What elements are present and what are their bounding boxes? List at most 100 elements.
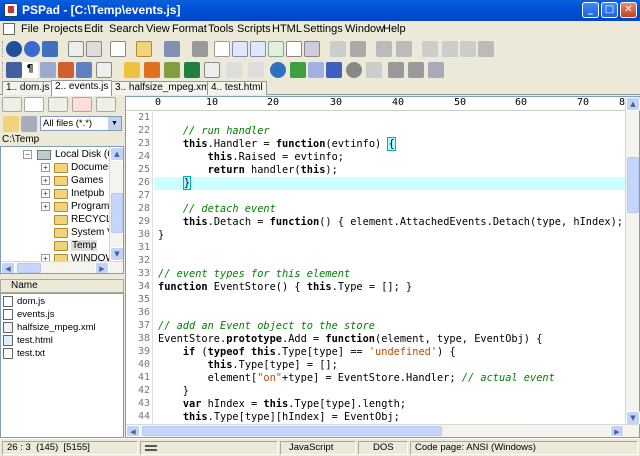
scroll-thumb[interactable] [627,157,639,213]
refresh-folder-icon[interactable] [3,116,19,132]
print-icon[interactable] [330,41,346,57]
search-icon[interactable] [232,41,248,57]
language-panel[interactable]: JavaScript [280,441,356,455]
menu-view[interactable]: View [146,23,170,35]
menu-scripts[interactable]: Scripts [237,23,271,35]
scroll-left-icon[interactable]: ◀ [126,425,140,437]
clip-panel-icon[interactable] [96,97,116,112]
expand-icon[interactable]: + [41,202,50,211]
folder-panel-icon[interactable] [24,97,44,112]
name-column-header[interactable]: Name [0,279,124,293]
macro-play-icon[interactable] [408,62,424,78]
expand-icon[interactable]: + [41,176,50,185]
scroll-thumb[interactable] [111,193,123,233]
toolbar-grip[interactable] [2,41,5,57]
menu-settings[interactable]: Settings [303,23,343,35]
bookmark-icon[interactable] [286,41,302,57]
paste-icon[interactable] [460,41,476,57]
tab-test-html[interactable]: 4.. test.html [207,81,267,95]
record-icon[interactable] [346,62,362,78]
scroll-thumb[interactable] [142,426,442,436]
tab-events-js[interactable]: 2.. events.js [51,80,113,96]
open-folder-icon[interactable] [136,41,152,57]
color-icon[interactable] [124,62,140,78]
goto-icon[interactable] [268,41,284,57]
ls-icon[interactable] [86,41,102,57]
menu-html[interactable]: HTML [272,23,302,35]
options-icon[interactable] [21,116,37,132]
code-editor[interactable]: 0 10 20 30 40 50 60 70 80 21 22 23 24 25 26 27… [125,96,640,438]
syntax-icon[interactable] [58,62,74,78]
code-area[interactable]: // run handler this.Handler = function(e… [154,112,626,424]
validate-icon[interactable] [290,62,306,78]
menu-file[interactable]: File [21,23,39,35]
pilcrow-icon[interactable]: ¶ [22,62,38,78]
menu-tools[interactable]: Tools [208,23,234,35]
macro-icon[interactable] [388,62,404,78]
tab-halfsize-mpeg-xml[interactable]: 3.. halfsize_mpeg.xml [111,81,216,95]
file-filter-select[interactable]: All files (*.*) ▼ [40,116,122,131]
menu-projects[interactable]: Projects [43,23,83,35]
toolbar-grip-2[interactable] [2,62,5,78]
grid-icon[interactable] [184,62,200,78]
block-icon[interactable] [6,62,22,78]
redo-icon[interactable] [396,41,412,57]
save-icon[interactable] [164,41,180,57]
expand-icon[interactable]: + [41,189,50,198]
replace-icon[interactable] [250,41,266,57]
tag-icon[interactable] [144,62,160,78]
project-icon[interactable] [42,41,58,57]
maximize-button[interactable]: □ [601,2,618,18]
preview-icon[interactable] [304,41,320,57]
menu-edit[interactable]: Edit [84,23,103,35]
new-file-icon[interactable] [110,41,126,57]
ctag-icon[interactable] [248,62,264,78]
menu-help[interactable]: Help [383,23,406,35]
ftp-icon[interactable] [24,41,40,57]
delete-icon[interactable] [478,41,494,57]
menu-window[interactable]: Window [345,23,384,35]
g-icon[interactable] [326,62,342,78]
scroll-up-icon[interactable]: ▲ [110,147,123,161]
collapse-icon[interactable]: − [23,150,32,159]
columns-icon[interactable] [76,62,92,78]
cut-icon[interactable] [422,41,438,57]
print-preview-icon[interactable] [350,41,366,57]
tab-dom-js[interactable]: 1.. dom.js [2,81,54,95]
scroll-right-icon[interactable]: ▶ [610,425,624,437]
minimize-button[interactable]: _ [582,2,599,18]
hex-view-icon[interactable] [68,41,84,57]
chevron-down-icon[interactable]: ▼ [108,117,121,130]
undo-icon[interactable] [376,41,392,57]
glasses-icon[interactable] [366,62,382,78]
ftp-panel-icon[interactable] [2,97,22,112]
scroll-down-icon[interactable]: ▼ [110,247,123,261]
spell-icon[interactable] [96,62,112,78]
find-icon[interactable] [214,41,230,57]
copy-icon[interactable] [442,41,458,57]
tree-vertical-scrollbar[interactable]: ▲ ▼ [109,147,123,261]
document-icon[interactable] [3,23,15,35]
scroll-right-icon[interactable]: ▶ [95,262,109,273]
favorites-heart-icon[interactable] [72,97,92,112]
editor-vertical-scrollbar[interactable]: ▲ ▼ [625,97,640,425]
tree-horizontal-scrollbar[interactable]: ◀ ▶ [1,261,123,273]
menu-search[interactable]: Search [109,23,144,35]
globe-icon[interactable] [6,41,22,57]
codepage-panel[interactable]: Code page: ANSI (Windows) [410,441,638,455]
close-button[interactable]: ✕ [620,2,637,18]
project-panel-icon[interactable] [48,97,68,112]
scroll-left-icon[interactable]: ◀ [1,262,15,273]
save-all-icon[interactable] [192,41,208,57]
html-test-icon[interactable] [204,62,220,78]
macro-save-icon[interactable] [428,62,444,78]
tag-close-icon[interactable] [226,62,242,78]
wrap-icon[interactable] [40,62,56,78]
filter-icon[interactable] [308,62,324,78]
menu-format[interactable]: Format [172,23,207,35]
editor-horizontal-scrollbar[interactable]: ◀ ▶ [126,424,639,437]
scroll-down-icon[interactable]: ▼ [626,411,640,425]
line-ending-panel[interactable]: DOS [358,441,408,455]
table-icon[interactable] [164,62,180,78]
scroll-up-icon[interactable]: ▲ [626,97,640,111]
